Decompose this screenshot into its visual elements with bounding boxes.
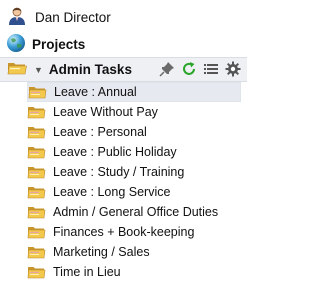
folder-icon	[27, 205, 46, 219]
folder-icon	[27, 145, 46, 159]
task-label: Leave : Long Service	[53, 185, 171, 199]
folder-icon	[27, 125, 46, 139]
category-title: Admin Tasks	[48, 62, 132, 77]
folder-open-icon	[7, 60, 27, 79]
task-item[interactable]: Marketing / Sales	[27, 242, 241, 262]
task-item[interactable]: Leave : Personal	[27, 122, 241, 142]
pin-icon[interactable]	[158, 60, 176, 78]
task-label: Leave Without Pay	[53, 105, 158, 119]
folder-icon	[27, 105, 46, 119]
task-item[interactable]: Finances + Book-keeping	[27, 222, 241, 242]
task-label: Marketing / Sales	[53, 245, 150, 259]
projects-label: Projects	[32, 36, 86, 52]
folder-icon	[27, 245, 46, 259]
gear-icon[interactable]	[224, 60, 242, 78]
projects-row[interactable]: Projects	[0, 31, 247, 57]
task-label: Finances + Book-keeping	[53, 225, 195, 239]
task-label: Leave : Study / Training	[53, 165, 185, 179]
folder-icon	[27, 225, 46, 239]
task-label: Leave : Personal	[53, 125, 147, 139]
folder-icon	[27, 265, 46, 279]
task-label: Time in Lieu	[53, 265, 121, 279]
user-avatar-icon	[7, 6, 27, 29]
task-item[interactable]: Leave : Long Service	[27, 182, 241, 202]
expand-triangle-icon[interactable]: ▼	[34, 65, 43, 75]
folder-icon	[27, 165, 46, 179]
task-label: Leave : Public Holiday	[53, 145, 177, 159]
folder-icon	[27, 185, 46, 199]
globe-icon	[6, 33, 26, 56]
folder-icon	[28, 85, 47, 99]
user-row[interactable]: Dan Director	[0, 5, 247, 29]
refresh-icon[interactable]	[180, 60, 198, 78]
task-item[interactable]: Admin / General Office Duties	[27, 202, 241, 222]
task-item[interactable]: Leave : Public Holiday	[27, 142, 241, 162]
task-label: Admin / General Office Duties	[53, 205, 219, 219]
user-name: Dan Director	[35, 9, 111, 25]
task-item[interactable]: Leave : Study / Training	[27, 162, 241, 182]
task-item[interactable]: Leave Without Pay	[27, 102, 241, 122]
task-item[interactable]: Time in Lieu	[27, 262, 241, 282]
category-toolbar	[158, 60, 242, 78]
list-icon[interactable]	[202, 60, 220, 78]
task-label: Leave : Annual	[54, 85, 137, 99]
category-header[interactable]: ▼ Admin Tasks	[0, 57, 247, 82]
task-item[interactable]: Leave : Annual	[27, 82, 241, 102]
